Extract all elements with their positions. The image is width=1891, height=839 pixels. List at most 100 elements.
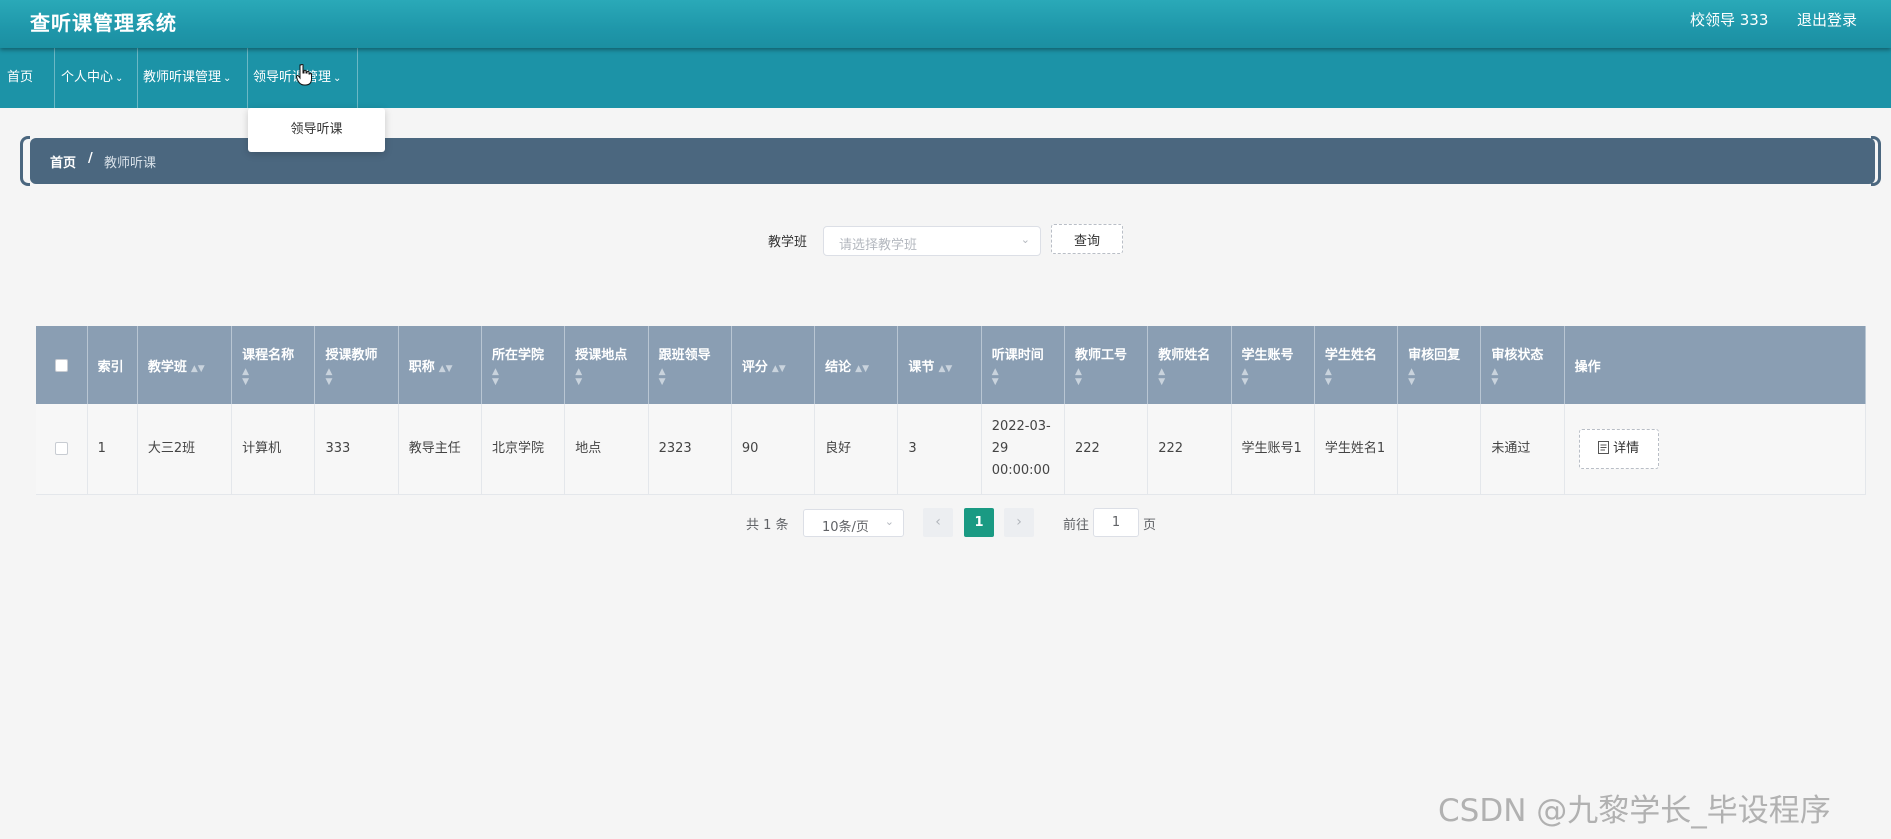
document-icon bbox=[1598, 440, 1610, 454]
dropdown-item-leader-lesson[interactable]: 领导听课 bbox=[248, 108, 385, 152]
sort-icon[interactable]: ▲▼ bbox=[1075, 367, 1137, 387]
table-cell bbox=[1397, 404, 1482, 495]
column-header[interactable]: 所在学院 ▲ ▼ bbox=[481, 326, 566, 404]
goto-suffix: 页 bbox=[1143, 518, 1157, 533]
table-cell: 良好 bbox=[814, 404, 899, 495]
sort-icon[interactable]: ▲▼ bbox=[1491, 367, 1553, 387]
sort-icon[interactable]: ▲▼ bbox=[492, 367, 554, 387]
column-header: 索引 bbox=[87, 326, 138, 404]
breadcrumb-home[interactable]: 首页 bbox=[50, 152, 76, 171]
table-cell: 2323 bbox=[648, 404, 732, 495]
nav-item-label: 个人中心 bbox=[61, 70, 114, 85]
column-header[interactable]: 授课教师 ▲ ▼ bbox=[314, 326, 399, 404]
column-header[interactable]: 教学班 ▲▼ bbox=[137, 326, 233, 404]
table-cell: 教导主任 bbox=[398, 404, 483, 495]
select-all-checkbox[interactable] bbox=[54, 358, 68, 372]
next-page-button[interactable]: › bbox=[1004, 508, 1034, 537]
table-cell: 3 bbox=[897, 404, 982, 495]
table-cell: 学生姓名1 bbox=[1314, 404, 1399, 495]
column-header[interactable]: 教师姓名 ▲ ▼ bbox=[1147, 326, 1232, 404]
table-cell: 学生账号1 bbox=[1231, 404, 1315, 495]
row-checkbox[interactable] bbox=[54, 441, 68, 455]
column-header[interactable]: 审核回复 ▲ ▼ bbox=[1397, 326, 1482, 404]
nav-item-home[interactable]: 首页 bbox=[7, 48, 33, 108]
nav-divider bbox=[137, 48, 138, 108]
prev-page-button[interactable]: ‹ bbox=[923, 508, 953, 537]
page-size-select[interactable]: 10条/页 ⌄ bbox=[803, 509, 904, 537]
nav-divider bbox=[247, 48, 248, 108]
column-header-label: 教师工号 bbox=[1074, 347, 1127, 363]
column-header: 操作 bbox=[1564, 326, 1867, 404]
table-row: 1 大三2班 计算机 333 教导主任 北京学院 地点 2323 90 良好 3… bbox=[36, 404, 1867, 495]
sort-icon[interactable]: ▲▼ bbox=[992, 367, 1054, 387]
app-title: 查听课管理系统 bbox=[30, 11, 177, 35]
column-header[interactable]: 课节 ▲▼ bbox=[897, 326, 982, 404]
nav-item-label: 领导听课管理 bbox=[253, 70, 332, 85]
chevron-down-icon: ⌄ bbox=[223, 73, 232, 84]
column-header-label: 授课教师 bbox=[325, 347, 378, 363]
chevron-down-icon: ⌄ bbox=[1020, 233, 1030, 246]
sort-icon[interactable]: ▲▼ bbox=[855, 364, 869, 374]
chevron-down-icon: ⌄ bbox=[333, 73, 342, 84]
goto-label: 前往 bbox=[1063, 518, 1090, 533]
class-filter-label: 教学班 bbox=[768, 235, 808, 250]
sort-icon[interactable]: ▲▼ bbox=[575, 367, 637, 387]
table-cell: 2022-03-29 00:00:00 bbox=[981, 404, 1065, 495]
nav-item-personal-center[interactable]: 个人中心 ⌄ bbox=[61, 48, 123, 108]
breadcrumb-separator: / bbox=[88, 151, 93, 166]
sort-icon[interactable]: ▲▼ bbox=[1325, 367, 1387, 387]
column-header-label: 教学班 bbox=[147, 359, 187, 375]
pagination-total: 共 1 条 bbox=[746, 518, 789, 533]
query-button[interactable]: 查询 bbox=[1051, 224, 1123, 254]
class-select-placeholder: 请选择教学班 bbox=[839, 238, 918, 253]
detail-button[interactable]: 详情 bbox=[1578, 428, 1659, 469]
column-header-label: 职称 bbox=[408, 359, 435, 375]
column-header-label: 听课时间 bbox=[991, 347, 1044, 363]
sort-icon[interactable]: ▲▼ bbox=[1158, 367, 1220, 387]
sort-icon[interactable]: ▲▼ bbox=[439, 364, 453, 374]
column-header[interactable]: 授课地点 ▲ ▼ bbox=[564, 326, 649, 404]
breadcrumb-bracket-left bbox=[20, 136, 30, 186]
sort-icon[interactable]: ▲▼ bbox=[1408, 367, 1470, 387]
nav-item-teacher-lesson-management[interactable]: 教师听课管理 ⌄ bbox=[143, 48, 231, 108]
goto-page-input[interactable] bbox=[1093, 508, 1139, 537]
sort-icon[interactable]: ▲▼ bbox=[1242, 367, 1304, 387]
page-number-current[interactable]: 1 bbox=[964, 508, 994, 537]
select-all-cell bbox=[36, 326, 88, 404]
sort-icon[interactable]: ▲▼ bbox=[191, 364, 205, 374]
column-header-label: 跟班领导 bbox=[658, 347, 711, 363]
table-cell: 222 bbox=[1147, 404, 1232, 495]
sort-icon[interactable]: ▲▼ bbox=[772, 364, 786, 374]
column-header[interactable]: 跟班领导 ▲ ▼ bbox=[648, 326, 732, 404]
column-header[interactable]: 职称 ▲▼ bbox=[398, 326, 483, 404]
column-header[interactable]: 课程名称 ▲ ▼ bbox=[231, 326, 316, 404]
column-header[interactable]: 学生姓名 ▲ ▼ bbox=[1314, 326, 1399, 404]
logout-link[interactable]: 退出登录 bbox=[1797, 9, 1857, 30]
table-header-row: 索引 教学班 ▲▼ 课程名称 ▲ ▼ 授课教师 ▲ ▼ 职称 ▲▼ 所在学院 ▲ ▼ 授课地点 ▲… bbox=[36, 326, 1867, 404]
sort-icon[interactable]: ▲▼ bbox=[659, 367, 721, 387]
nav-item-label: 教师听课管理 bbox=[143, 70, 222, 85]
sort-icon[interactable]: ▲▼ bbox=[325, 367, 387, 387]
table-cell: 未通过 bbox=[1480, 404, 1565, 495]
column-header[interactable]: 听课时间 ▲ ▼ bbox=[981, 326, 1065, 404]
column-header-label: 审核状态 bbox=[1491, 347, 1544, 363]
column-header-label: 结论 bbox=[825, 359, 852, 375]
column-header-label: 索引 bbox=[97, 359, 124, 375]
nav-divider bbox=[54, 48, 55, 108]
table-cell: 地点 bbox=[564, 404, 649, 495]
sort-icon[interactable]: ▲▼ bbox=[242, 367, 304, 387]
table-cell: 1 bbox=[87, 404, 138, 495]
sort-icon[interactable]: ▲▼ bbox=[938, 364, 952, 374]
main-navbar: 首页 个人中心 ⌄ 教师听课管理 ⌄ 领导听课管理 ⌄ bbox=[0, 48, 1891, 108]
lesson-table: 索引 教学班 ▲▼ 课程名称 ▲ ▼ 授课教师 ▲ ▼ 职称 ▲▼ 所在学院 ▲ ▼ 授课地点 ▲… bbox=[36, 326, 1867, 495]
column-header[interactable]: 学生账号 ▲ ▼ bbox=[1231, 326, 1315, 404]
table-cell: 大三2班 bbox=[137, 404, 233, 495]
column-header[interactable]: 评分 ▲▼ bbox=[731, 326, 816, 404]
column-header-label: 学生账号 bbox=[1241, 347, 1294, 363]
nav-dropdown-menu: 领导听课 bbox=[248, 108, 385, 152]
class-select[interactable]: 请选择教学班 ⌄ bbox=[823, 226, 1041, 256]
column-header[interactable]: 结论 ▲▼ bbox=[814, 326, 899, 404]
chevron-down-icon: ⌄ bbox=[884, 515, 894, 528]
column-header[interactable]: 审核状态 ▲ ▼ bbox=[1480, 326, 1565, 404]
column-header[interactable]: 教师工号 ▲ ▼ bbox=[1064, 326, 1149, 404]
